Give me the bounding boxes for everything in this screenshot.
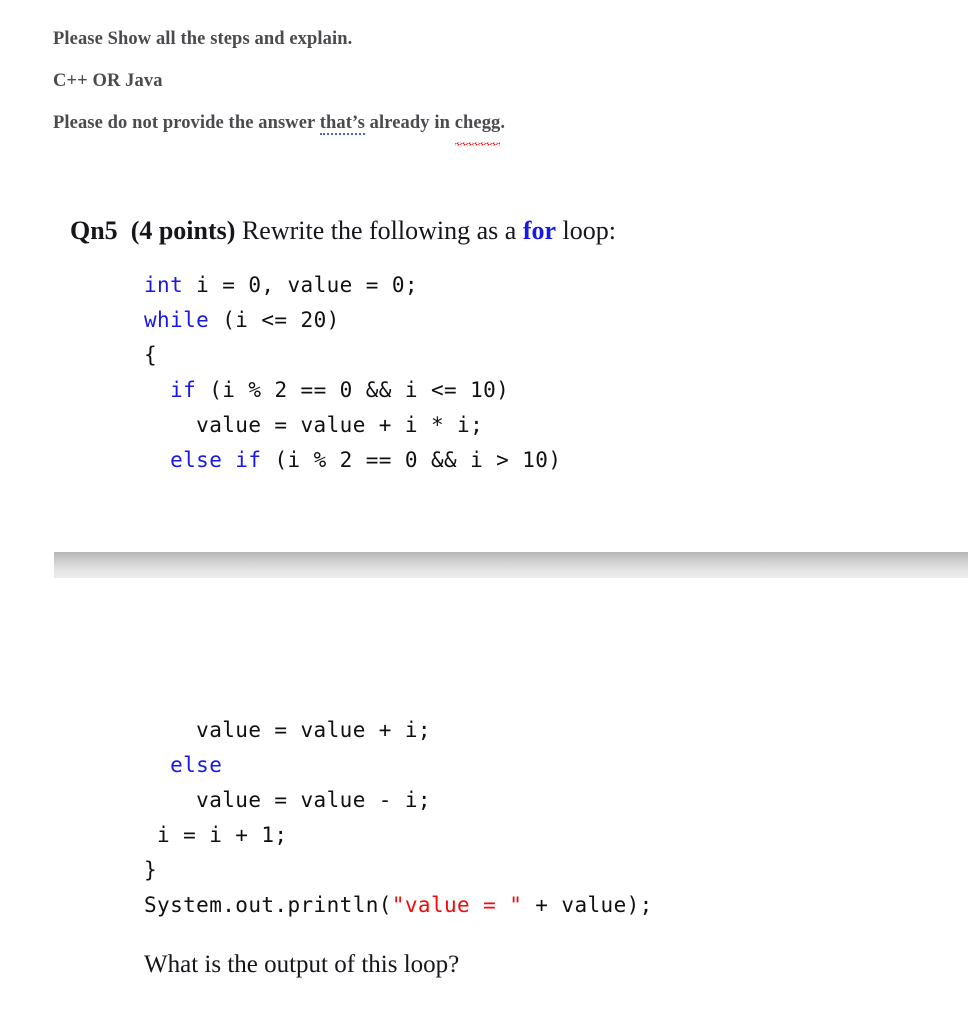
- code-line: if (i % 2 == 0 && i <= 10): [144, 373, 561, 408]
- code-text: (i % 2 == 0 && i > 10): [261, 448, 562, 472]
- question-prompt-text-before: Rewrite the following as a: [241, 216, 517, 245]
- code-text: (i <= 20): [209, 308, 340, 332]
- request-line-3-part-3: .: [500, 113, 506, 133]
- code-line: value = value + i;: [144, 713, 653, 748]
- code-text: + value);: [522, 893, 653, 917]
- code-text: value = value + i;: [144, 718, 431, 742]
- code-text: i = 0, value = 0;: [183, 273, 418, 297]
- code-text: value = value + i * i;: [144, 413, 484, 437]
- code-line: }: [144, 853, 653, 888]
- code-keyword: while: [144, 308, 210, 332]
- request-header-block: Please Show all the steps and explain. C…: [53, 18, 933, 146]
- request-line-3-part-2: already in: [364, 113, 455, 133]
- misspelled-word: chegg: [454, 102, 501, 146]
- request-line-2: C++ OR Java: [53, 71, 163, 91]
- closing-question: What is the output of this loop?: [144, 951, 460, 978]
- grammar-flagged-word: that’s: [319, 113, 365, 135]
- code-keyword: else if: [170, 448, 262, 472]
- code-block-bottom: value = value + i; else value = value - …: [144, 713, 653, 923]
- request-line-3-part-1: Please do not provide the answer: [53, 113, 320, 133]
- code-keyword: else: [170, 753, 223, 777]
- code-line: while (i <= 20): [144, 303, 561, 338]
- code-line: value = value + i * i;: [144, 408, 561, 443]
- code-line: System.out.println("value = " + value);: [144, 888, 653, 923]
- code-keyword: int: [144, 273, 184, 297]
- question-number-label: Qn5: [70, 216, 118, 245]
- request-line-1: Please Show all the steps and explain.: [53, 29, 353, 49]
- code-string-literal: "value = ": [391, 893, 523, 917]
- code-line: else if (i % 2 == 0 && i > 10): [144, 443, 561, 478]
- page-break-separator-bar: [54, 552, 968, 578]
- code-line: int i = 0, value = 0;: [144, 268, 561, 303]
- code-line: else: [144, 748, 653, 783]
- code-text: {: [144, 343, 158, 367]
- code-text: value = value - i;: [144, 788, 431, 812]
- code-text: }: [144, 858, 158, 882]
- code-line: i = i + 1;: [144, 818, 653, 853]
- code-text: i = i + 1;: [144, 823, 288, 847]
- code-line: {: [144, 338, 561, 373]
- code-line: value = value - i;: [144, 783, 653, 818]
- code-text: System.out.println(: [144, 893, 392, 917]
- question-prompt-text-after: loop:: [562, 216, 616, 245]
- question-prompt: Qn5 (4 points) Rewrite the following as …: [70, 216, 616, 246]
- code-keyword: if: [170, 378, 197, 402]
- request-line-3: Please do not provide the answer that’s …: [53, 102, 933, 146]
- question-points-label: (4 points): [130, 216, 236, 245]
- code-block-top: int i = 0, value = 0; while (i <= 20){ if…: [144, 268, 561, 478]
- code-text: (i % 2 == 0 && i <= 10): [196, 378, 510, 402]
- question-keyword-for: for: [522, 216, 557, 245]
